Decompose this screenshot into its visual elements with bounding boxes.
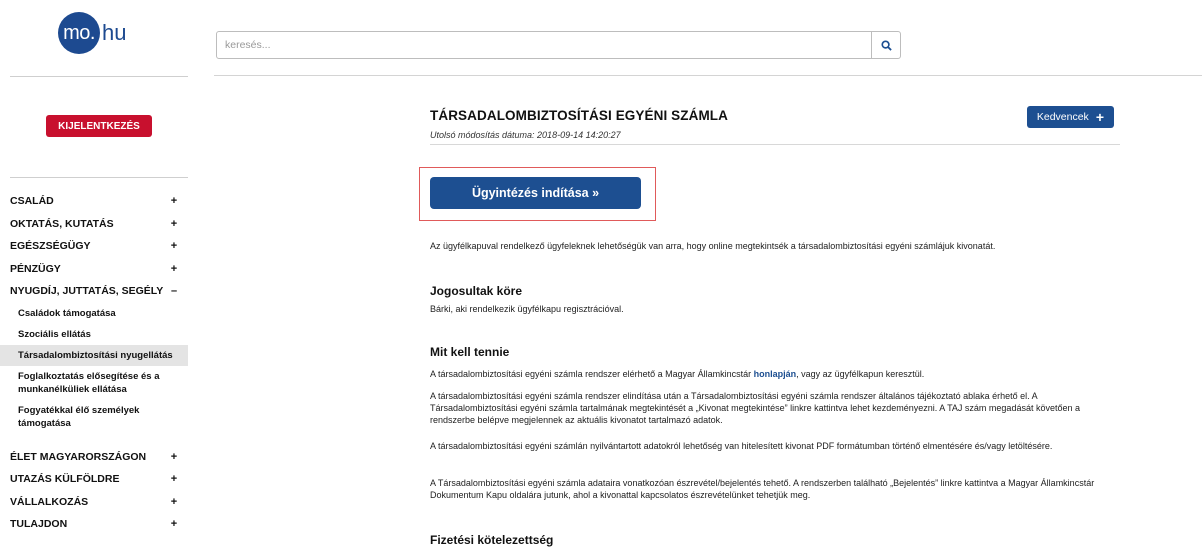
- expand-icon[interactable]: +: [170, 195, 178, 207]
- todo-p1-text-before: A társadalombiztosítási egyéni számla re…: [430, 369, 754, 379]
- nav-item-nyugdij[interactable]: NYUGDÍJ, JUTTATÁS, SEGÉLY –: [0, 280, 188, 303]
- nav-item-label: NYUGDÍJ, JUTTATÁS, SEGÉLY: [10, 285, 164, 298]
- nav-item-label: ÉLET MAGYARORSZÁGON: [10, 450, 147, 463]
- search-button[interactable]: [871, 32, 900, 58]
- last-modified: Utolsó módosítás dátuma: 2018-09-14 14:2…: [430, 130, 621, 140]
- nav-item-elet-magyarorszagon[interactable]: ÉLET MAGYARORSZÁGON +: [0, 446, 188, 469]
- sidebar-divider: [10, 76, 188, 77]
- expand-icon[interactable]: +: [170, 496, 178, 508]
- nav-item-csalad[interactable]: CSALÁD +: [0, 190, 188, 213]
- main-content: TÁRSADALOMBIZTOSÍTÁSI EGYÉNI SZÁMLA Utol…: [419, 100, 1120, 547]
- subnav-item-fogyatekkal[interactable]: Fogyatékkal élő személyek támogatása: [0, 400, 188, 434]
- subnav-item-csaladok[interactable]: Családok támogatása: [0, 303, 188, 324]
- expand-icon[interactable]: +: [170, 240, 178, 252]
- nav-item-tulajdon[interactable]: TULAJDON +: [0, 513, 188, 536]
- intro-text: Az ügyfélkapuval rendelkező ügyfeleknek …: [430, 241, 996, 251]
- expand-icon[interactable]: +: [170, 518, 178, 530]
- collapse-icon[interactable]: –: [170, 285, 178, 297]
- nav-item-utazas[interactable]: UTAZÁS KÜLFÖLDRE +: [0, 468, 188, 491]
- nav-item-oktatas[interactable]: OKTATÁS, KUTATÁS +: [0, 213, 188, 236]
- sidebar: mo. hu KIJELENTKEZÉS CSALÁD + OKTATÁS, K…: [0, 0, 198, 549]
- sidebar-nav: CSALÁD + OKTATÁS, KUTATÁS + EGÉSZSÉGÜGY …: [0, 190, 188, 536]
- section-heading-todo: Mit kell tennie: [430, 345, 510, 359]
- logout-button[interactable]: KIJELENTKEZÉS: [46, 115, 152, 137]
- subnav-item-tb-nyugellatas[interactable]: Társadalombiztosítási nyugellátás: [0, 344, 188, 366]
- nav-item-label: VÁLLALKOZÁS: [10, 495, 89, 508]
- start-procedure-button[interactable]: Ügyintézés indítása »: [430, 177, 641, 209]
- search-icon: [880, 39, 892, 51]
- search-input[interactable]: [217, 32, 871, 58]
- todo-paragraph-1: A társadalombiztosítási egyéni számla re…: [430, 368, 1120, 380]
- eligible-text: Bárki, aki rendelkezik ügyfélkapu regisz…: [430, 304, 624, 314]
- nav-item-label: OKTATÁS, KUTATÁS: [10, 217, 114, 230]
- nav-item-label: PÉNZÜGY: [10, 262, 61, 275]
- nav-item-label: CSALÁD: [10, 195, 54, 208]
- todo-paragraph-3: A társadalombiztosítási egyéni számlán n…: [430, 441, 1053, 451]
- expand-icon[interactable]: +: [170, 263, 178, 275]
- logo-mark: mo.: [58, 12, 100, 54]
- site-logo[interactable]: mo. hu: [58, 12, 126, 54]
- start-highlight-box: Ügyintézés indítása »: [419, 167, 656, 221]
- header-divider: [214, 75, 1202, 76]
- nav-item-label: EGÉSZSÉGÜGY: [10, 240, 91, 253]
- subnav-item-szocialis[interactable]: Szociális ellátás: [0, 324, 188, 345]
- expand-icon[interactable]: +: [170, 473, 178, 485]
- todo-paragraph-4: A Társadalombiztosítási egyéni számla ad…: [430, 478, 1095, 500]
- page-title: TÁRSADALOMBIZTOSÍTÁSI EGYÉNI SZÁMLA: [430, 108, 729, 123]
- subnav-item-foglalkoztatas[interactable]: Foglalkoztatás elősegítése és a munkanél…: [0, 366, 188, 400]
- nav-item-vallalkozas[interactable]: VÁLLALKOZÁS +: [0, 491, 188, 514]
- todo-paragraph-2: A társadalombiztosítási egyéni számla re…: [430, 391, 1080, 425]
- homepage-link[interactable]: honlapján: [754, 369, 797, 379]
- expand-icon[interactable]: +: [170, 451, 178, 463]
- nav-item-label: UTAZÁS KÜLFÖLDRE: [10, 473, 120, 486]
- section-heading-payment: Fizetési kötelezettség: [430, 533, 554, 547]
- title-row: TÁRSADALOMBIZTOSÍTÁSI EGYÉNI SZÁMLA Utol…: [430, 100, 1120, 145]
- favorites-button[interactable]: Kedvencek +: [1026, 106, 1114, 128]
- expand-icon[interactable]: +: [170, 218, 178, 230]
- search-bar: [216, 31, 901, 59]
- section-heading-eligible: Jogosultak köre: [430, 284, 523, 298]
- sidebar-divider: [10, 177, 188, 178]
- plus-icon: +: [1095, 109, 1104, 125]
- nav-item-egeszsegugy[interactable]: EGÉSZSÉGÜGY +: [0, 235, 188, 258]
- favorites-label: Kedvencek: [1036, 111, 1089, 123]
- nav-item-label: TULAJDON: [10, 518, 68, 531]
- todo-p1-text-after: , vagy az ügyfélkapun keresztül.: [796, 369, 925, 379]
- logo-text: hu: [102, 20, 127, 45]
- subnav: Családok támogatása Szociális ellátás Tá…: [0, 303, 188, 434]
- nav-item-penzugy[interactable]: PÉNZÜGY +: [0, 258, 188, 281]
